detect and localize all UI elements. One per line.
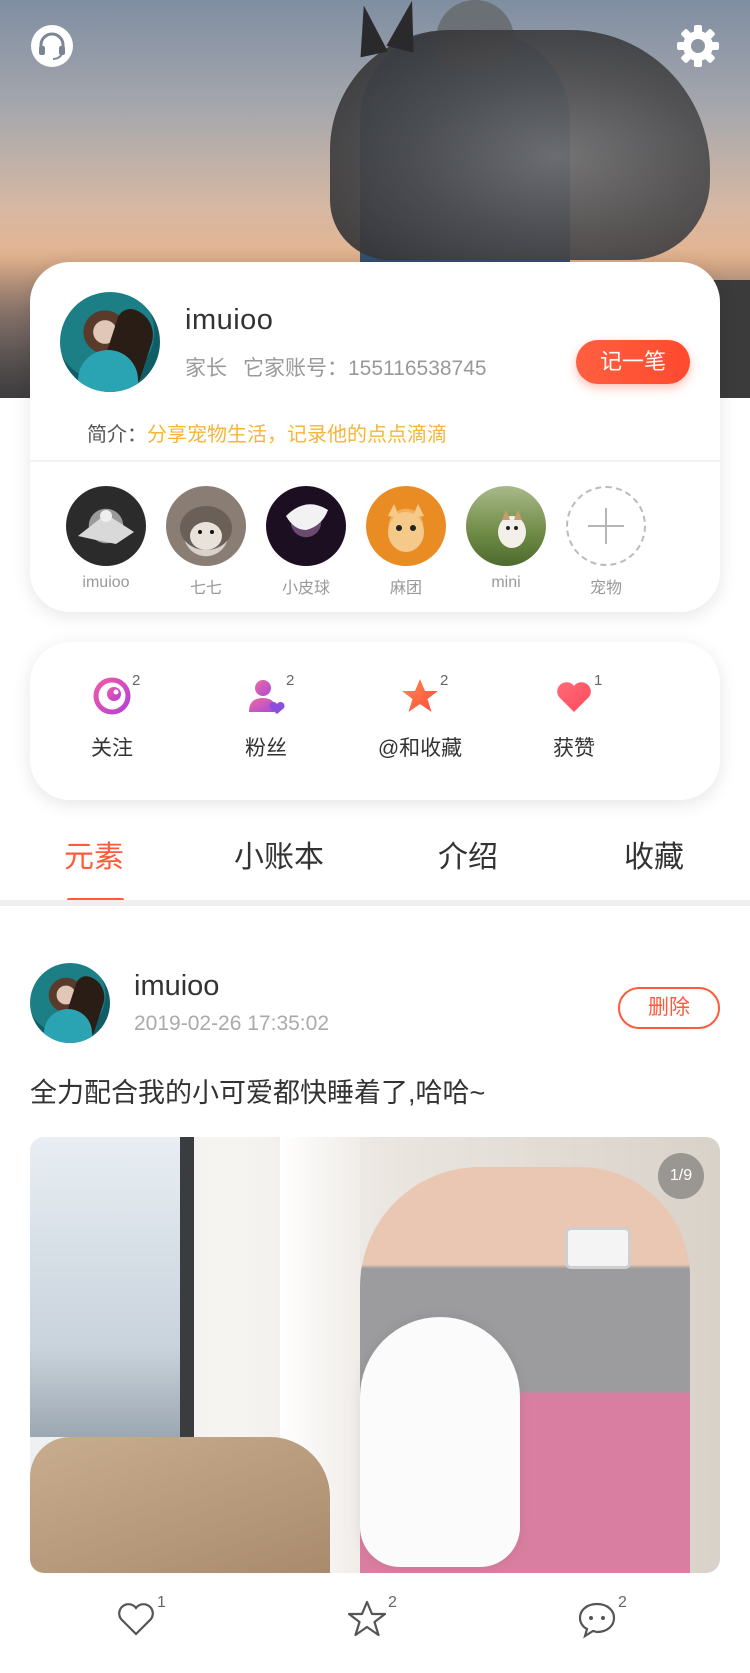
pet-item[interactable]: 七七 — [166, 486, 246, 598]
tab-divider — [0, 900, 750, 906]
post-image[interactable]: 1/9 — [30, 1137, 720, 1573]
profile-card: imuioo 家长 它家账号：155116538745 记一笔 简介：分享宠物生活… — [30, 262, 720, 612]
profile-meta: 家长 它家账号：155116538745 — [185, 352, 487, 382]
dog-ear — [350, 2, 388, 58]
tab-intro[interactable]: 介绍 — [438, 832, 498, 876]
headset-icon[interactable] — [28, 22, 76, 70]
add-pet-button[interactable]: 宠物 — [566, 486, 646, 598]
tab-bar: 元素 小账本 介绍 收藏 — [0, 832, 750, 906]
pet-item[interactable]: 麻团 — [366, 486, 446, 598]
favorite-count: 2 — [388, 1594, 397, 1611]
stat-fans[interactable]: 2 粉丝 — [206, 672, 326, 762]
pet-item[interactable]: mini — [466, 486, 546, 592]
stat-following[interactable]: 2 关注 — [52, 672, 172, 762]
pet-item[interactable]: imuioo — [66, 486, 146, 592]
pet-name: imuioo — [82, 574, 130, 591]
star-icon — [400, 676, 440, 716]
heart-icon — [554, 676, 594, 716]
stat-mentions-favorites[interactable]: 2 @和收藏 — [360, 672, 480, 762]
heart-outline-icon — [118, 1603, 154, 1636]
bio-label: 简介： — [87, 424, 147, 446]
post-actions: 1 2 2 — [0, 1594, 750, 1658]
stat-count: 2 — [440, 672, 449, 689]
comment-count: 2 — [618, 1594, 627, 1611]
profile-role: 家长 — [185, 357, 227, 380]
like-count: 1 — [157, 1594, 166, 1611]
like-button[interactable]: 1 — [115, 1594, 175, 1648]
pet-avatar — [466, 486, 546, 566]
divider — [30, 460, 720, 462]
window — [30, 1137, 190, 1437]
pet-name: 宠物 — [589, 580, 622, 597]
stat-count: 2 — [132, 672, 141, 689]
star-outline-icon — [347, 1600, 387, 1637]
post-author-avatar[interactable] — [30, 963, 110, 1043]
image-counter: 1/9 — [658, 1153, 704, 1199]
pet-name: 麻团 — [389, 580, 422, 597]
phone — [565, 1227, 631, 1269]
stat-label: 获赞 — [553, 737, 595, 760]
bio-text: 分享宠物生活，记录他的点点滴滴 — [147, 424, 447, 446]
user-heart-icon — [246, 676, 286, 716]
stat-count: 2 — [286, 672, 295, 689]
pet-name: mini — [491, 574, 521, 591]
pet-avatar — [366, 486, 446, 566]
delete-button[interactable]: 删除 — [618, 987, 720, 1029]
avatar[interactable] — [60, 292, 160, 392]
pillow — [30, 1437, 330, 1573]
pet-name: 小皮球 — [281, 580, 330, 597]
profile-account: 它家账号：155116538745 — [243, 357, 487, 380]
stats-card: 2 关注 2 粉丝 2 @和收藏 1 获赞 — [30, 642, 720, 800]
post-author-name: imuioo — [134, 970, 220, 1002]
eye-icon — [92, 676, 132, 716]
pet-avatar — [66, 486, 146, 566]
stat-count: 1 — [594, 672, 603, 689]
pet-list: imuioo 七七 小皮球 麻团 mini 宠物 — [30, 486, 720, 598]
favorite-button[interactable]: 2 — [346, 1594, 406, 1648]
comment-button[interactable]: 2 — [576, 1594, 636, 1648]
post-text: 全力配合我的小可爱都快睡着了,哈哈~ — [30, 1078, 486, 1108]
record-button[interactable]: 记一笔 — [576, 340, 690, 384]
pet-item[interactable]: 小皮球 — [266, 486, 346, 598]
white-dog — [360, 1317, 520, 1567]
pet-name: 七七 — [189, 580, 222, 597]
plus-icon — [566, 486, 646, 566]
stat-likes[interactable]: 1 获赞 — [514, 672, 634, 762]
stat-label: 关注 — [91, 737, 133, 760]
bio: 简介：分享宠物生活，记录他的点点滴滴 — [87, 418, 447, 447]
tab-ledger[interactable]: 小账本 — [234, 832, 324, 876]
stat-label: @和收藏 — [377, 737, 463, 760]
profile-page: imuioo 家长 它家账号：155116538745 记一笔 简介：分享宠物生活… — [0, 0, 750, 1673]
profile-name: imuioo — [185, 304, 274, 336]
gear-icon[interactable] — [674, 22, 722, 70]
stat-label: 粉丝 — [245, 737, 287, 760]
tab-favorites[interactable]: 收藏 — [624, 832, 684, 876]
pet-avatar — [266, 486, 346, 566]
tab-elements[interactable]: 元素 — [64, 832, 124, 876]
pet-avatar — [166, 486, 246, 566]
dog-figure — [330, 30, 710, 260]
post-timestamp: 2019-02-26 17:35:02 — [134, 1012, 329, 1035]
comment-icon — [578, 1602, 616, 1639]
